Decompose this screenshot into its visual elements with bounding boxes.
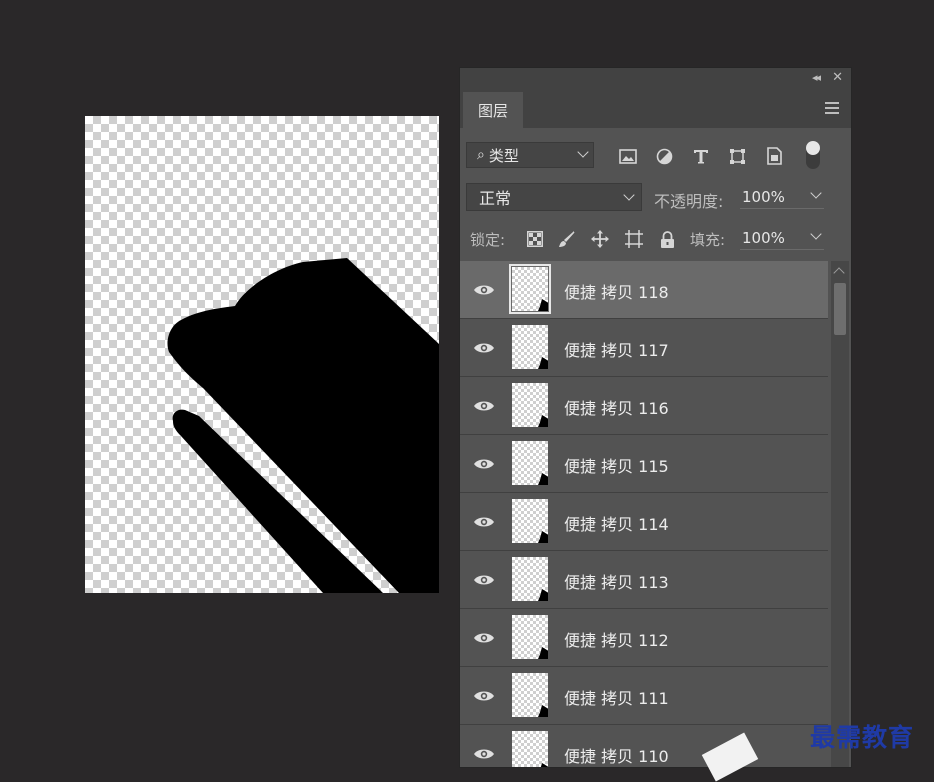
panel-title-bar: ◂◂ ✕	[460, 68, 851, 90]
chevron-down-icon	[810, 228, 822, 240]
layer-list: 便捷 拷贝 118 便捷 拷贝 117 便捷 拷贝 116 便捷 拷贝 115 …	[460, 261, 828, 767]
tab-layers[interactable]: 图层	[463, 92, 523, 128]
layer-name: 便捷 拷贝 113	[564, 573, 669, 592]
layer-thumbnail	[512, 325, 548, 369]
lock-all-icon[interactable]	[658, 230, 676, 248]
lock-transparent-pixels-icon[interactable]	[526, 230, 544, 248]
opacity-field[interactable]: 100%	[740, 186, 824, 209]
fill-value: 100%	[742, 229, 785, 247]
scroll-up-arrow-icon[interactable]	[833, 267, 845, 279]
lock-position-icon[interactable]	[591, 230, 609, 248]
visibility-eye-icon[interactable]	[473, 515, 495, 529]
shape-filter-icon[interactable]	[727, 146, 747, 166]
text-filter-icon[interactable]	[691, 146, 711, 166]
lock-artboard-icon[interactable]	[625, 230, 643, 248]
blend-mode-value: 正常	[479, 189, 512, 208]
layer-thumbnail	[512, 441, 548, 485]
visibility-eye-icon[interactable]	[473, 457, 495, 471]
image-filter-icon[interactable]	[618, 146, 638, 166]
panel-menu-icon[interactable]	[825, 102, 839, 117]
blend-opacity-row: 正常 不透明度: 100%	[460, 180, 851, 216]
fill-field[interactable]: 100%	[740, 227, 824, 250]
close-panel-icon[interactable]: ✕	[832, 70, 843, 85]
fill-label: 填充:	[690, 231, 726, 249]
visibility-eye-icon[interactable]	[473, 573, 495, 587]
layer-name: 便捷 拷贝 112	[564, 631, 669, 650]
layer-filter-row: ⌕ 类型	[460, 136, 851, 176]
visibility-eye-icon[interactable]	[473, 747, 495, 761]
layer-thumbnail	[512, 499, 548, 543]
chevron-down-icon	[623, 189, 635, 201]
layer-thumbnail	[512, 615, 548, 659]
layer-row[interactable]: 便捷 拷贝 117	[460, 319, 828, 377]
layer-thumbnail	[512, 383, 548, 427]
layer-name: 便捷 拷贝 115	[564, 457, 669, 476]
filter-kind-select[interactable]: ⌕ 类型	[466, 142, 594, 168]
adjustment-filter-icon[interactable]	[654, 146, 674, 166]
opacity-label: 不透明度:	[654, 192, 724, 211]
visibility-eye-icon[interactable]	[473, 283, 495, 297]
layer-row[interactable]: 便捷 拷贝 114	[460, 493, 828, 551]
layer-name: 便捷 拷贝 110	[564, 747, 669, 766]
smart-object-filter-icon[interactable]	[764, 146, 784, 166]
chevron-down-icon	[810, 187, 822, 199]
opacity-value: 100%	[742, 188, 785, 206]
layer-row[interactable]: 便捷 拷贝 112	[460, 609, 828, 667]
layer-thumbnail	[512, 557, 548, 601]
layer-name: 便捷 拷贝 111	[564, 689, 669, 708]
layer-row[interactable]: 便捷 拷贝 115	[460, 435, 828, 493]
layer-shape-artwork	[167, 258, 439, 593]
layer-row[interactable]: 便捷 拷贝 113	[460, 551, 828, 609]
watermark-logo: 最需教育	[810, 723, 915, 752]
collapse-panel-icon[interactable]: ◂◂	[812, 71, 821, 84]
layer-list-scrollbar[interactable]	[831, 261, 849, 767]
layer-row[interactable]: 便捷 拷贝 111	[460, 667, 828, 725]
layers-panel: ◂◂ ✕ 图层 ⌕ 类型 正常 不透明度: 100% 锁定: 填充: 100% …	[460, 68, 851, 767]
layer-row[interactable]: 便捷 拷贝 110	[460, 725, 828, 767]
document-canvas[interactable]	[85, 116, 439, 593]
panel-tab-bar: 图层	[460, 90, 851, 128]
lock-fill-row: 锁定: 填充: 100%	[460, 222, 851, 256]
layer-name: 便捷 拷贝 114	[564, 515, 669, 534]
layer-name: 便捷 拷贝 117	[564, 341, 669, 360]
lock-label: 锁定:	[470, 231, 506, 249]
layer-row[interactable]: 便捷 拷贝 118	[460, 261, 828, 319]
filter-toggle-switch[interactable]	[806, 141, 820, 169]
visibility-eye-icon[interactable]	[473, 341, 495, 355]
chevron-down-icon	[577, 146, 589, 158]
blend-mode-select[interactable]: 正常	[466, 183, 642, 211]
layer-thumbnail	[509, 264, 551, 314]
visibility-eye-icon[interactable]	[473, 399, 495, 413]
search-icon: ⌕	[477, 147, 485, 163]
layer-name: 便捷 拷贝 118	[564, 283, 669, 302]
filter-kind-label: 类型	[488, 146, 519, 165]
layer-row[interactable]: 便捷 拷贝 116	[460, 377, 828, 435]
visibility-eye-icon[interactable]	[473, 689, 495, 703]
layer-name: 便捷 拷贝 116	[564, 399, 669, 418]
layer-thumbnail	[512, 673, 548, 717]
scrollbar-thumb[interactable]	[834, 283, 846, 335]
layer-thumbnail	[512, 731, 548, 767]
visibility-eye-icon[interactable]	[473, 631, 495, 645]
lock-image-pixels-icon[interactable]	[557, 230, 575, 248]
